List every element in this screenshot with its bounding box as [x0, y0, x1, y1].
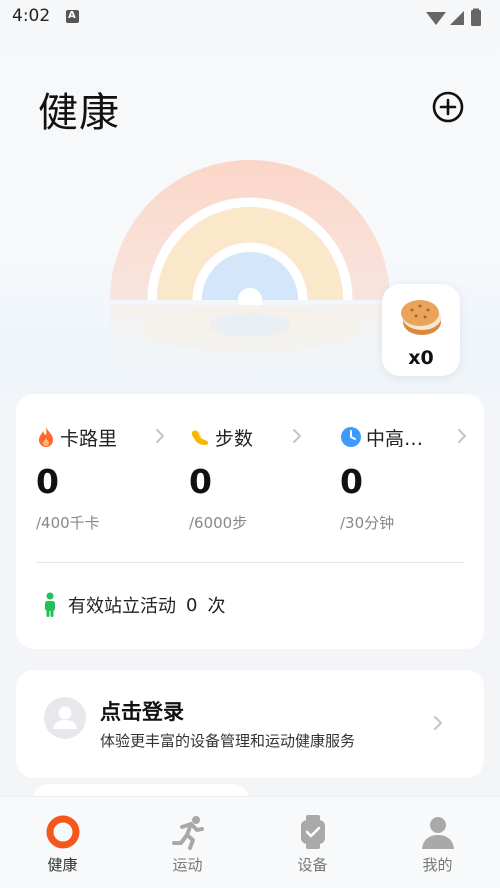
steps-goal: /6000步 — [189, 514, 248, 532]
nav-label-me: 我的 — [422, 856, 453, 874]
page-title: 健康 — [38, 90, 120, 136]
nav-label-exercise: 运动 — [172, 856, 203, 874]
standing-person-icon — [45, 592, 55, 617]
nav-item-health[interactable]: 健康 — [0, 797, 125, 888]
nav-label-health: 健康 — [47, 856, 78, 874]
chevron-right-icon — [458, 429, 466, 443]
default-avatar-icon — [53, 706, 77, 729]
running-icon — [172, 816, 204, 850]
flame-icon — [39, 427, 53, 447]
calorie-goal: /400千卡 — [36, 514, 100, 532]
login-subtitle: 体验更丰富的设备管理和运动健康服务 — [100, 732, 356, 750]
signal-battery-icon — [426, 8, 481, 26]
avatar — [44, 697, 86, 739]
steps-stat[interactable]: 步数 0 /6000步 — [189, 394, 339, 544]
login-card[interactable]: 点击登录 体验更丰富的设备管理和运动健康服务 — [16, 670, 484, 778]
shoe-icon — [192, 430, 209, 445]
calorie-label: 卡路里 — [60, 427, 118, 450]
status-icons — [424, 8, 486, 32]
steps-value: 0 — [189, 462, 212, 501]
person-icon — [422, 817, 454, 849]
nav-label-devices: 设备 — [297, 856, 328, 874]
intensity-goal: /30分钟 — [340, 514, 395, 532]
divider — [36, 562, 464, 563]
badge-count: x0 — [408, 347, 434, 369]
bottom-nav: 健康 运动 设备 我的 — [0, 796, 500, 888]
clock-icon — [341, 427, 361, 447]
stand-unit: 次 — [207, 596, 226, 617]
health-ring-icon — [46, 815, 80, 849]
nav-item-exercise[interactable]: 运动 — [125, 797, 250, 888]
status-time: 4:02 — [12, 6, 51, 26]
stand-count: 0 — [186, 594, 198, 616]
intensity-label: 中高… — [366, 427, 424, 450]
notification-letter: A — [68, 10, 76, 21]
watch-icon — [301, 815, 325, 849]
activity-rainbow[interactable] — [100, 155, 400, 405]
cookie-badge-card[interactable]: x0 — [382, 284, 460, 376]
steps-label: 步数 — [215, 427, 254, 450]
intensity-value: 0 — [340, 462, 363, 501]
stand-activity-row[interactable]: 有效站立活动 0 次 — [42, 590, 225, 620]
daily-stats-card: 卡路里 0 /400千卡 步数 0 /6000步 中高… 0 /30分钟 有效站… — [16, 394, 484, 649]
chevron-right-icon — [293, 429, 301, 443]
intensity-stat[interactable]: 中高… 0 /30分钟 — [340, 394, 490, 544]
login-title: 点击登录 — [100, 700, 184, 724]
stand-label: 有效站立活动 — [68, 596, 176, 617]
calorie-value: 0 — [36, 462, 59, 501]
notification-a-icon: A — [66, 10, 79, 23]
chevron-right-icon — [156, 429, 164, 443]
calorie-stat[interactable]: 卡路里 0 /400千卡 — [36, 394, 186, 544]
plus-circle-icon — [432, 91, 464, 123]
add-button[interactable] — [431, 90, 465, 124]
nav-item-me[interactable]: 我的 — [375, 797, 500, 888]
nav-item-devices[interactable]: 设备 — [250, 797, 375, 888]
cookie-sandwich-icon — [401, 300, 441, 335]
status-bar: 4:02 A — [0, 0, 500, 34]
chevron-right-icon — [434, 716, 442, 730]
